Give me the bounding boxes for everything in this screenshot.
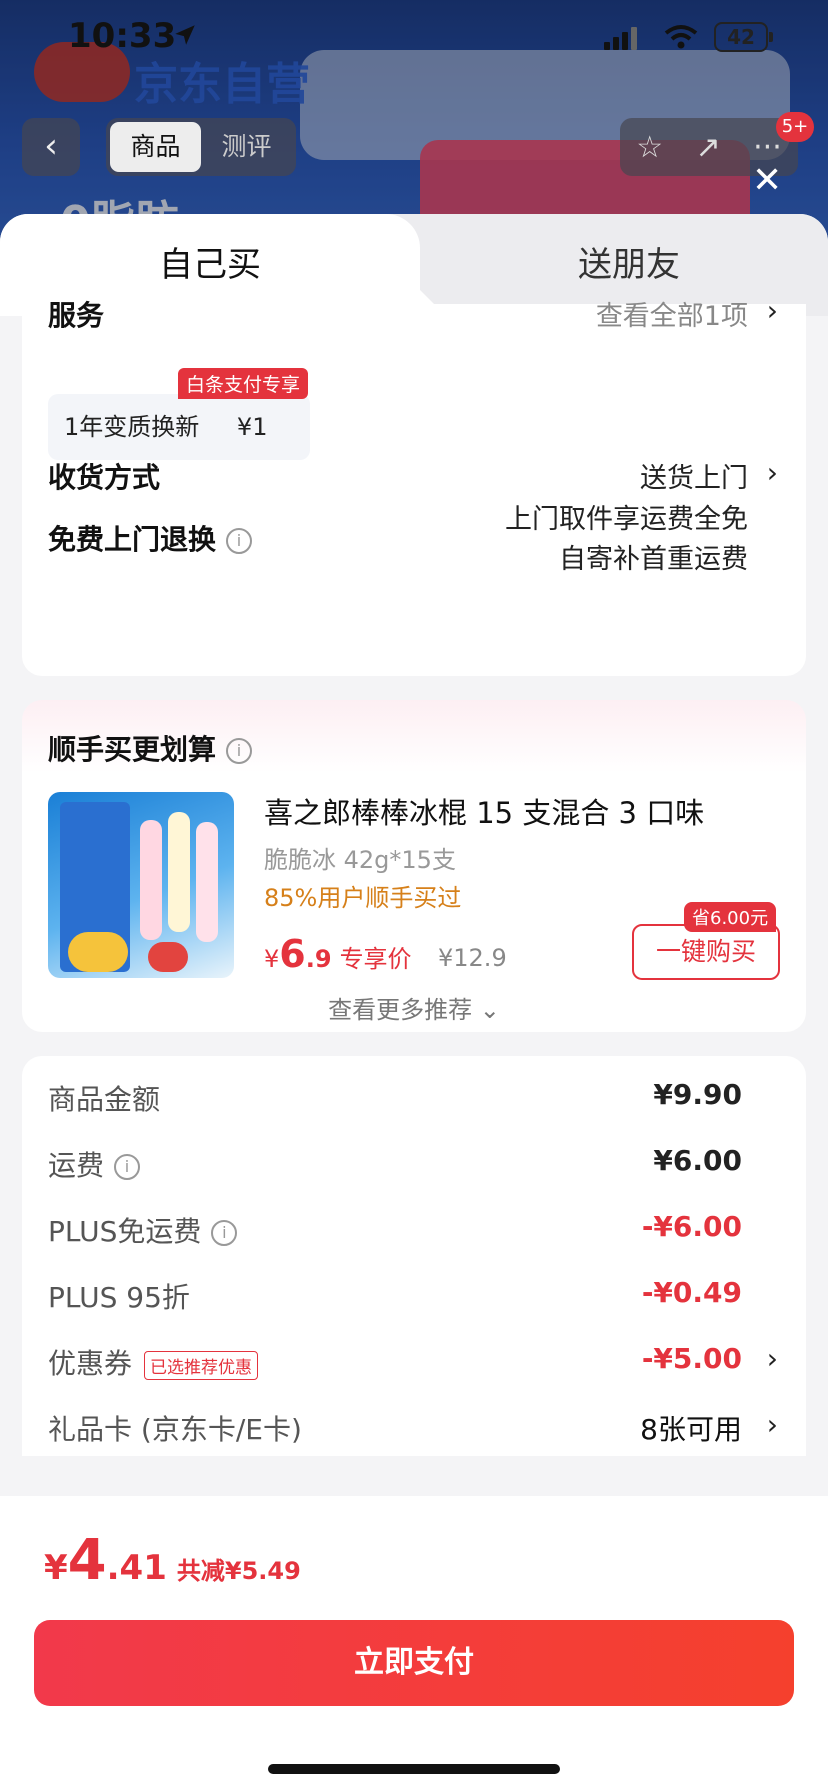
fruit-shape [68, 932, 128, 972]
free-return-line2: 自寄补首重运费 [559, 544, 748, 575]
product-price: ¥6.9 专享价 [264, 932, 412, 976]
close-sheet-icon[interactable]: ✕ [752, 160, 782, 201]
total-price: ¥4.41 共减¥5.49 [44, 1528, 301, 1593]
price-integer: 6 [279, 932, 306, 976]
summary-row: PLUS免运费 i -¥6.00 [48, 1210, 778, 1250]
gift-card-row[interactable]: 礼品卡 (京东卡/E卡) 8张可用 › [48, 1408, 778, 1448]
pay-now-button[interactable]: 立即支付 [34, 1620, 794, 1706]
service-label: 服务 [48, 299, 105, 332]
summary-label: 礼品卡 (京东卡/E卡) [48, 1413, 302, 1446]
price-label: 专享价 [339, 945, 412, 973]
summary-value: 8张可用 [640, 1413, 742, 1446]
info-icon[interactable]: i [226, 528, 253, 554]
product-thumbnail[interactable] [48, 792, 234, 978]
price-summary-card: 商品金额 ¥9.90 运费 i ¥6.00 PLUS免运费 i -¥6.00 PLU… [22, 1056, 806, 1456]
summary-label: 运费 i [48, 1144, 141, 1184]
summary-label-text: 运费 [48, 1149, 105, 1182]
info-icon[interactable]: i [211, 1220, 238, 1246]
recommend-card: 顺手买更划算 i 喜之郎棒棒冰棍 15 支混合 3 口味 脆脆冰 42g*15支 … [22, 700, 806, 1032]
product-nav-bar: ‹ 商品 测评 ☆ ↗ ··· 5+ [0, 112, 828, 176]
summary-label: PLUS 95折 [48, 1281, 190, 1314]
service-option[interactable]: 1年变质换新 ¥1 [48, 394, 310, 460]
share-icon[interactable]: ↗ [696, 130, 721, 165]
summary-label-text: PLUS免运费 [48, 1215, 202, 1248]
service-item-tag: 白条支付专享 [178, 368, 309, 399]
summary-row: 运费 i ¥6.00 [48, 1144, 778, 1184]
service-view-all[interactable]: 查看全部1项 [596, 294, 748, 333]
price-decimal: .9 [305, 945, 332, 973]
total-currency: ¥ [44, 1548, 68, 1588]
delivery-label: 收货方式 [48, 461, 161, 494]
tab-review[interactable]: 测评 [201, 122, 292, 172]
background-product-page: 京东自营 0脂肪 10:33 42 ‹ 商品 测评 ☆ ↗ ··· 5+ ✕ [0, 0, 828, 240]
summary-value: -¥6.00 [641, 1210, 742, 1243]
free-return-details: 上门取件享运费全免 自寄补首重运费 [505, 500, 748, 580]
info-icon[interactable]: i [114, 1154, 141, 1180]
free-return-label: 免费上门退换 i [48, 518, 253, 558]
total-integer: 4 [67, 1528, 107, 1593]
favorite-star-icon[interactable]: ☆ [636, 130, 663, 165]
service-item-price: ¥1 [236, 413, 268, 441]
coupon-row[interactable]: 优惠券 已选推荐优惠 -¥5.00 › [48, 1342, 778, 1382]
tab-product[interactable]: 商品 [110, 122, 201, 172]
service-card: 服务 查看全部1项 › 1年变质换新 ¥1 白条支付专享 收货方式 送货上门 ›… [22, 294, 806, 676]
chevron-right-icon[interactable]: › [767, 294, 778, 327]
home-indicator [268, 1764, 560, 1774]
ice-bar-shape [168, 812, 190, 932]
chevron-down-icon: ⌄ [479, 996, 500, 1024]
total-decimal: .41 [106, 1548, 167, 1588]
save-tag: 省6.00元 [684, 902, 777, 932]
summary-label-text: 优惠券 [48, 1347, 133, 1380]
summary-value: ¥9.90 [653, 1078, 742, 1111]
summary-label: 商品金额 [48, 1083, 161, 1116]
ice-bar-shape [196, 822, 218, 942]
status-bar: 10:33 42 [0, 14, 828, 58]
chevron-right-icon[interactable]: › [767, 1408, 778, 1441]
chevron-right-icon[interactable]: › [767, 1342, 778, 1375]
service-item-name: 1年变质换新 [64, 413, 200, 441]
checkout-footer: ¥4.41 共减¥5.49 立即支付 [0, 1496, 828, 1792]
free-return-line1: 上门取件享运费全免 [505, 504, 748, 535]
recommend-title-text: 顺手买更划算 [48, 733, 217, 766]
free-return-text: 免费上门退换 [48, 523, 217, 556]
ice-bar-shape [140, 820, 162, 940]
summary-label: 优惠券 已选推荐优惠 [48, 1342, 259, 1382]
summary-value: ¥6.00 [653, 1144, 742, 1177]
info-icon[interactable]: i [226, 738, 253, 764]
one-click-buy-button[interactable]: 一键购买 [632, 924, 780, 980]
price-currency: ¥ [264, 945, 280, 973]
summary-row: PLUS 95折 -¥0.49 [48, 1276, 778, 1316]
fruit-shape [148, 942, 188, 972]
chevron-right-icon[interactable]: › [767, 456, 778, 489]
summary-value: -¥5.00 [641, 1342, 742, 1375]
more-recommend-text: 查看更多推荐 [328, 996, 473, 1024]
cart-badge: 5+ [776, 112, 814, 142]
buyers-tip: 85%用户顺手买过 [264, 884, 462, 912]
product-tabs: 商品 测评 [106, 118, 296, 176]
coupon-tag: 已选推荐优惠 [144, 1350, 259, 1380]
battery-indicator: 42 [714, 22, 773, 52]
original-price: ¥12.9 [438, 944, 507, 972]
delivery-value[interactable]: 送货上门 [640, 456, 748, 495]
more-recommend-link[interactable]: 查看更多推荐 ⌄ [22, 990, 806, 1025]
summary-label: PLUS免运费 i [48, 1210, 238, 1250]
summary-row: 商品金额 ¥9.90 [48, 1078, 778, 1118]
location-arrow-icon [175, 25, 195, 45]
signal-icon [604, 27, 637, 50]
back-button[interactable]: ‹ [22, 118, 80, 176]
summary-value: -¥0.49 [641, 1276, 742, 1309]
product-name[interactable]: 喜之郎棒棒冰棍 15 支混合 3 口味 [264, 790, 704, 832]
recommend-title: 顺手买更划算 i [48, 728, 253, 768]
total-saved: 共减¥5.49 [176, 1557, 301, 1585]
product-spec: 脆脆冰 42g*15支 [264, 846, 456, 874]
wifi-icon [664, 25, 698, 49]
status-time: 10:33 [68, 16, 177, 56]
